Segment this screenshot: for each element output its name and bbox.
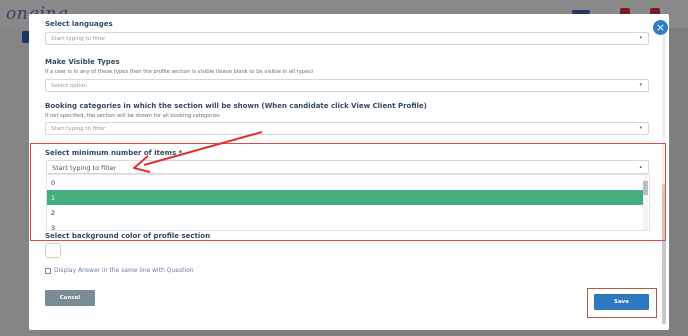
languages-select[interactable]: Start typing to filter ▾ [45,32,649,45]
save-button[interactable]: Save [594,294,649,310]
color-picker-swatch[interactable] [45,243,61,258]
languages-placeholder: Start typing to filter [51,36,106,42]
cancel-button[interactable]: Cancel [45,290,95,306]
same-line-checkbox[interactable] [45,268,51,274]
close-icon[interactable]: × [653,20,668,35]
visible-types-help: If a user is in any of these types then … [45,69,314,75]
chevron-down-icon: ▾ [639,82,642,88]
chevron-down-icon: ▾ [639,35,642,41]
chevron-down-icon: ▾ [639,125,642,131]
booking-categories-placeholder: Start typing to filter [51,126,106,132]
visible-types-select[interactable]: Select option ▾ [45,79,649,92]
annotation-highlight-box [30,143,666,241]
booking-categories-help: If not specified, the section will be sh… [45,113,220,119]
booking-categories-select[interactable]: Start typing to filter ▾ [45,122,649,135]
languages-label: Select languages [45,20,113,28]
booking-categories-label: Booking categories in which the section … [45,102,427,110]
visible-types-placeholder: Select option [51,83,88,89]
visible-types-label: Make Visible Types [45,58,120,66]
same-line-checkbox-label: Display Answer in the same line with Que… [54,267,194,274]
